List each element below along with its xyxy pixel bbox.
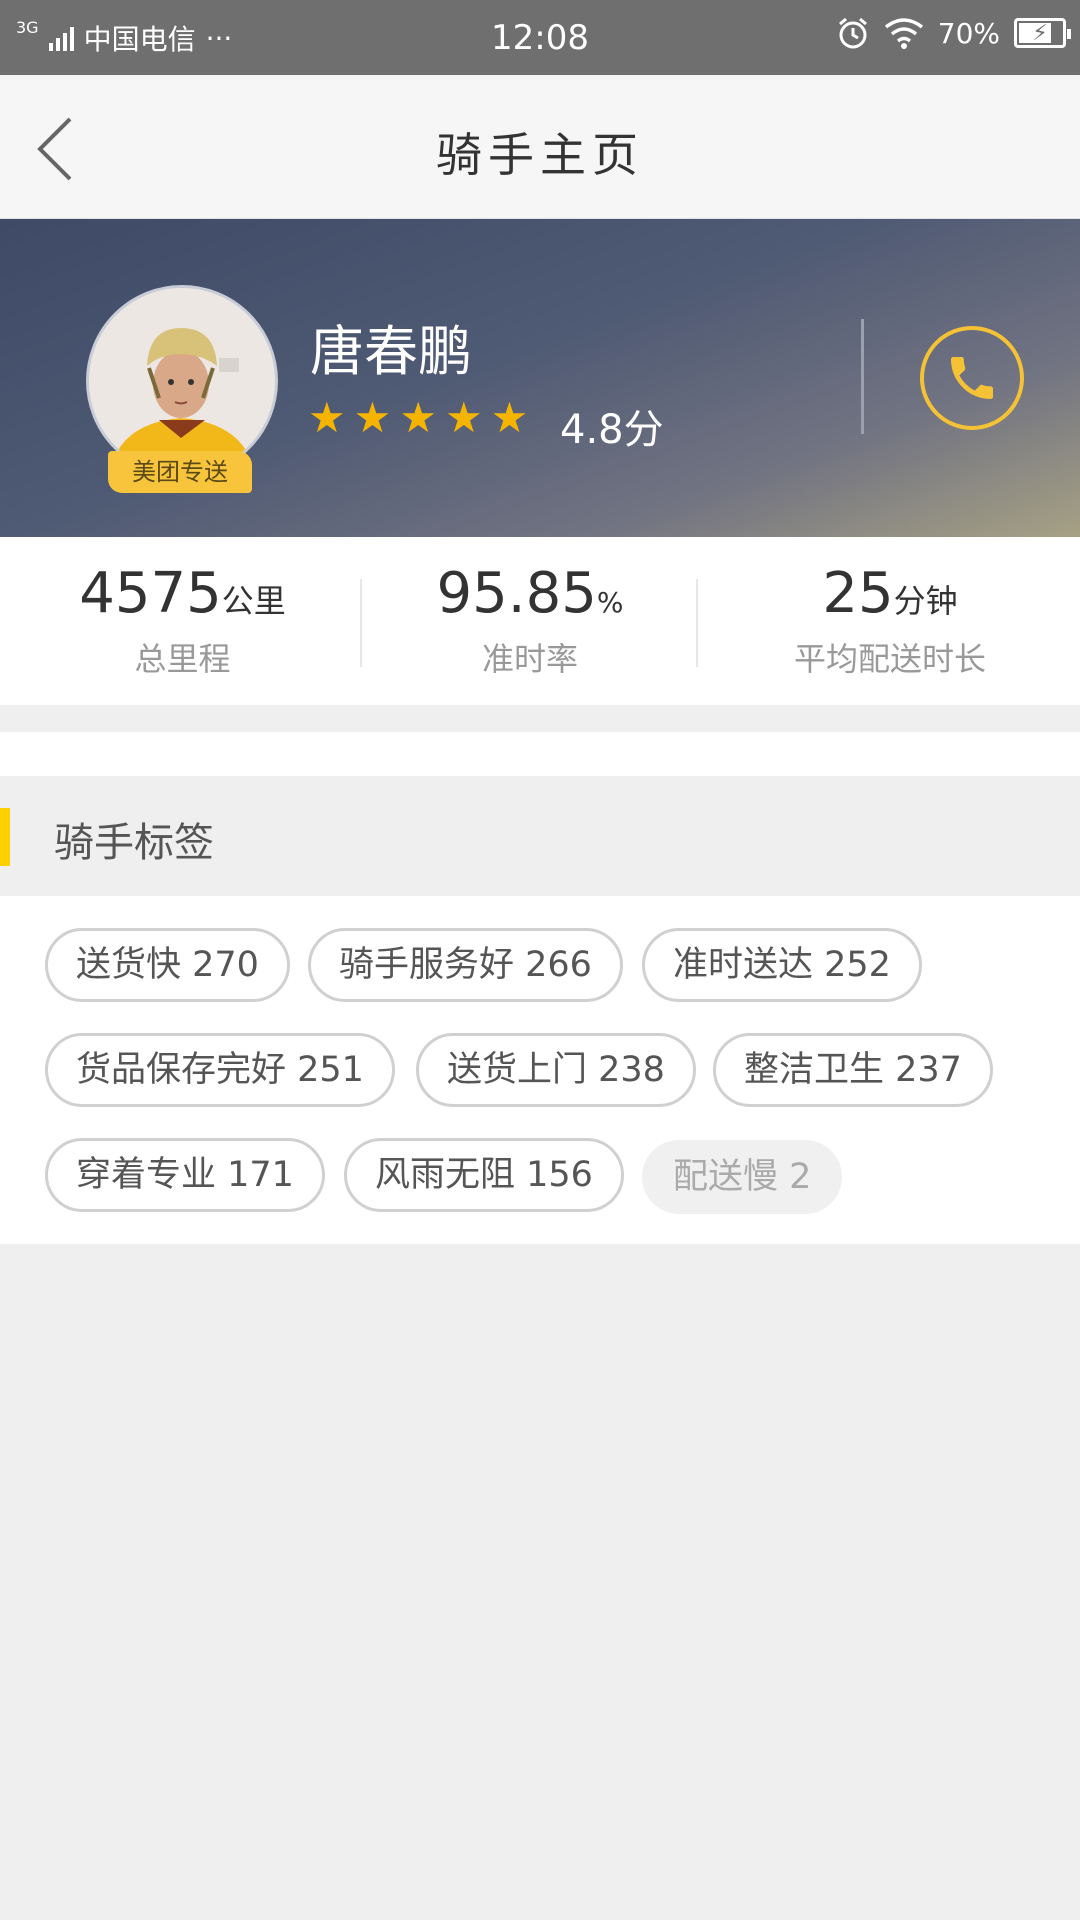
rider-photo bbox=[89, 288, 275, 474]
tags-section-header: 骑手标签 bbox=[0, 776, 1080, 896]
star-rating: ★ ★ ★ ★ ★ bbox=[308, 397, 528, 439]
rider-badge: 美团专送 bbox=[108, 451, 252, 493]
wifi-icon bbox=[884, 18, 923, 49]
stat-unit: 公里 bbox=[221, 582, 286, 620]
tag-chip[interactable]: 送货快 270 bbox=[45, 928, 290, 1002]
stat-value: 4575 bbox=[79, 561, 222, 626]
avatar bbox=[86, 285, 278, 477]
stat-avg-delivery-time: 25分钟 平均配送时长 bbox=[740, 561, 1040, 680]
rating-score: 4.8分 bbox=[560, 407, 664, 453]
star-icon: ★ bbox=[353, 393, 392, 442]
battery-percent: 70% bbox=[937, 16, 1000, 50]
status-right: 70% ⚡ bbox=[836, 16, 1071, 50]
alarm-icon bbox=[838, 17, 867, 49]
spacer bbox=[0, 732, 1080, 776]
stat-total-distance: 4575公里 总里程 bbox=[40, 561, 325, 680]
stat-label: 总里程 bbox=[134, 640, 231, 678]
rider-header: 美团专送 唐春鹏 ★ ★ ★ ★ ★ 4.8分 bbox=[0, 219, 1080, 537]
stat-unit: % bbox=[596, 586, 624, 619]
star-icon: ★ bbox=[490, 393, 529, 442]
battery-icon: ⚡ bbox=[1014, 18, 1071, 48]
divider bbox=[360, 579, 362, 667]
call-button[interactable] bbox=[920, 326, 1024, 430]
stat-value: 95.85 bbox=[436, 561, 597, 626]
tag-chip[interactable]: 整洁卫生 237 bbox=[713, 1033, 993, 1107]
tag-chip-negative[interactable]: 配送慢 2 bbox=[642, 1140, 843, 1214]
stat-value: 25 bbox=[822, 561, 894, 626]
divider bbox=[696, 579, 698, 667]
accent-bar bbox=[0, 808, 10, 866]
stat-on-time-rate: 95.85% 准时率 bbox=[390, 561, 670, 680]
stat-label: 准时率 bbox=[481, 640, 578, 678]
stat-unit: 分钟 bbox=[893, 582, 958, 620]
section-title: 骑手标签 bbox=[54, 820, 214, 866]
divider bbox=[861, 319, 864, 434]
tag-chip[interactable]: 送货上门 238 bbox=[416, 1033, 696, 1107]
stat-label: 平均配送时长 bbox=[793, 640, 986, 678]
tag-chip[interactable]: 风雨无阻 156 bbox=[344, 1138, 624, 1212]
stats-panel: 4575公里 总里程 95.85% 准时率 25分钟 平均配送时长 bbox=[0, 537, 1080, 705]
page-title: 骑手主页 bbox=[436, 128, 644, 182]
tag-chip[interactable]: 货品保存完好 251 bbox=[45, 1033, 395, 1107]
tags-panel: 送货快 270 骑手服务好 266 准时送达 252 货品保存完好 251 送货… bbox=[0, 896, 1080, 1244]
tag-chip[interactable]: 骑手服务好 266 bbox=[308, 928, 623, 1002]
star-icon: ★ bbox=[308, 393, 346, 442]
star-icon: ★ bbox=[399, 393, 437, 442]
status-bar: 3G 中国电信 ··· 12:08 70% ⚡ bbox=[0, 0, 1080, 75]
nav-bar: 骑手主页 bbox=[0, 75, 1080, 219]
tag-chip[interactable]: 准时送达 252 bbox=[642, 928, 922, 1002]
phone-icon bbox=[951, 357, 993, 399]
tag-chip[interactable]: 穿着专业 171 bbox=[45, 1138, 325, 1212]
rider-name: 唐春鹏 bbox=[310, 320, 472, 383]
star-icon: ★ bbox=[444, 393, 483, 442]
